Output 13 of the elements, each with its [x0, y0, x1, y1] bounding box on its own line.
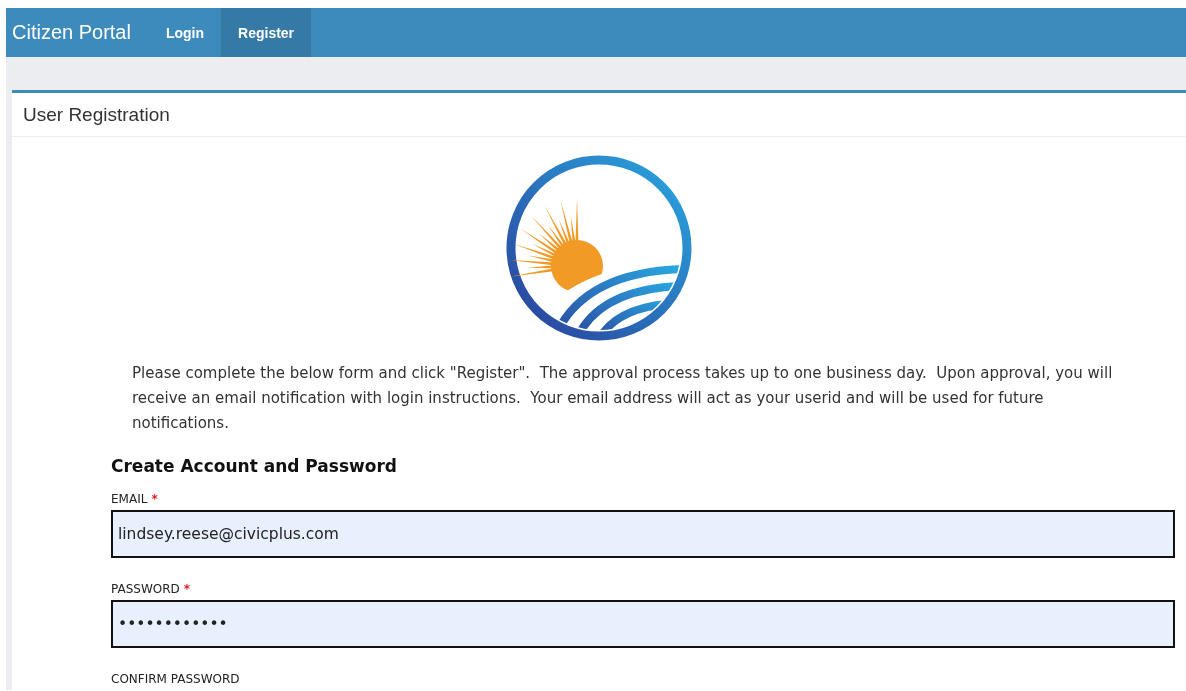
nav-link[interactable]: Login [148, 8, 222, 57]
field-label: CONFIRM PASSWORD [111, 672, 240, 686]
field-label: EMAIL [111, 492, 148, 506]
brand-title[interactable]: Citizen Portal [6, 8, 149, 57]
nav-link[interactable]: Register [221, 8, 312, 57]
input-field[interactable]: lindsey.reese@civicplus.com [111, 510, 1175, 558]
field-label: PASSWORD [111, 582, 180, 596]
intro-text: Please complete the below form and click "Register". The approval process takes up to one business day. Upon approval, you will receive an email notification with login instructions. Your email address will act as your userid and will be used for future notifications. [132, 363, 1114, 434]
required-mark: * [183, 582, 191, 596]
input-field[interactable]: •••••••••••• [111, 600, 1175, 648]
section-heading: Create Account and Password [111, 456, 398, 476]
panel-title: User Registration [23, 103, 170, 126]
required-mark: * [151, 492, 158, 506]
